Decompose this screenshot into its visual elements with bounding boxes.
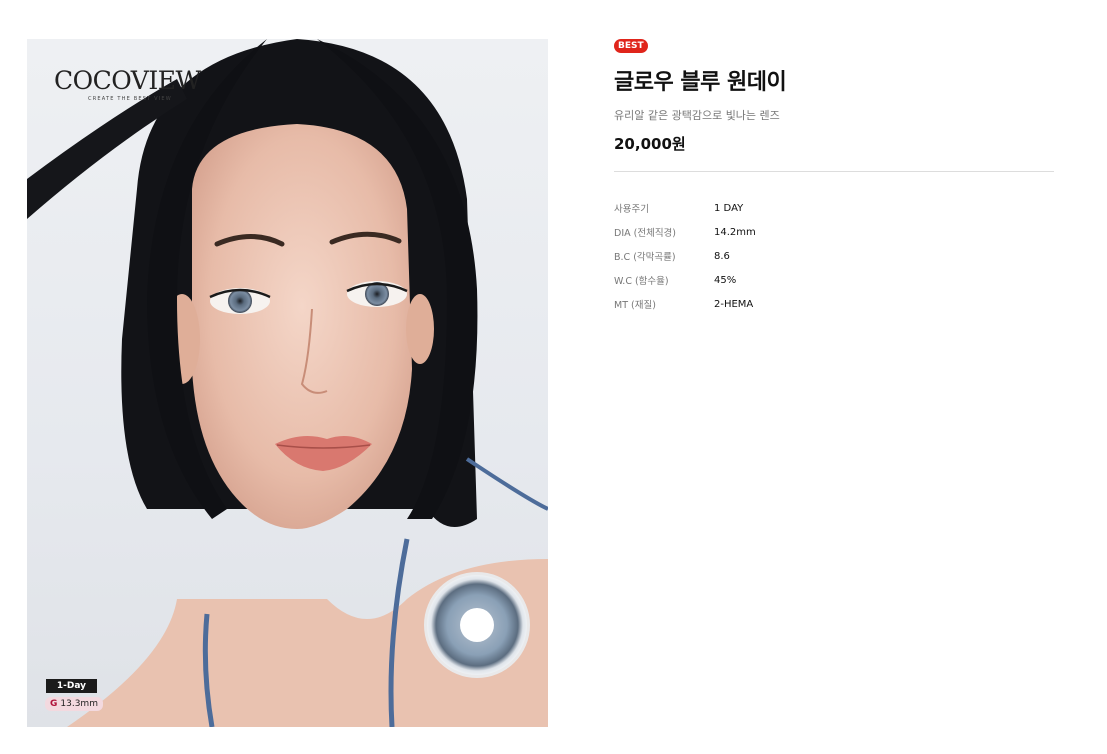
spec-label: W.C (함수율) — [614, 276, 669, 287]
spec-row-wc: W.C (함수율) 45% — [614, 268, 1054, 292]
lens-center — [460, 608, 494, 642]
product-title: 글로우 블루 원데이 — [614, 70, 787, 95]
brand-logo: COCOVIEW CREATE THE BEST VIEW — [54, 66, 204, 103]
spec-value: 1 DAY — [714, 202, 744, 214]
brand-name: COCOVIEW — [54, 66, 201, 95]
brand-tagline: CREATE THE BEST VIEW — [88, 96, 172, 102]
model-photo — [27, 39, 548, 727]
best-badge: BEST — [614, 39, 648, 53]
spec-row-dia: DIA (전체직경) 14.2mm — [614, 220, 1054, 244]
graphic-diameter-value: 13.3mm — [60, 699, 98, 709]
spec-row-cycle: 사용주기 1 DAY — [614, 196, 1054, 220]
spec-label: MT (재질) — [614, 300, 656, 311]
wear-type-badge: 1-Day — [46, 679, 97, 693]
product-subtitle: 유리알 같은 광택감으로 빛나는 렌즈 — [614, 109, 780, 122]
spec-row-bc: B.C (각막곡률) 8.6 — [614, 244, 1054, 268]
spec-value: 45% — [714, 274, 737, 286]
spec-label: DIA (전체직경) — [614, 228, 677, 239]
spec-value: 2-HEMA — [714, 298, 754, 310]
graphic-diameter-prefix: G — [50, 699, 58, 709]
spec-value: 8.6 — [714, 250, 730, 262]
spec-label: B.C (각막곡률) — [614, 252, 676, 263]
spec-table: 사용주기 1 DAY DIA (전체직경) 14.2mm B.C (각막곡률) … — [614, 196, 1054, 316]
product-image: COCOVIEW CREATE THE BEST VIEW 1-Day G 13.… — [27, 39, 548, 727]
spec-row-mt: MT (재질) 2-HEMA — [614, 292, 1054, 316]
product-price: 20,000원 — [614, 135, 686, 153]
spec-value: 14.2mm — [714, 226, 756, 238]
divider — [614, 171, 1054, 172]
graphic-diameter-badge: G 13.3mm — [45, 697, 103, 711]
spec-label: 사용주기 — [614, 204, 649, 215]
